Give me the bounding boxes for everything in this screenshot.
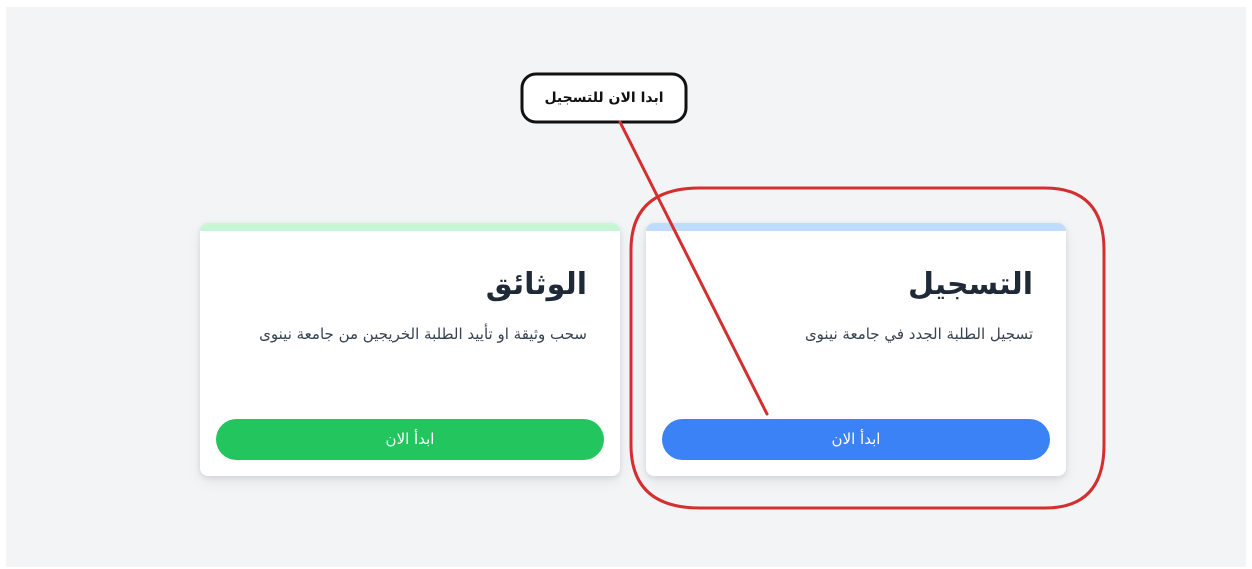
registration-card-description: تسجيل الطلبة الجدد في جامعة نينوى: [804, 325, 1033, 343]
documents-card-description: سحب وثيقة او تأييد الطلبة الخريجين من جا…: [259, 325, 587, 343]
documents-start-button[interactable]: ابدأ الان: [216, 419, 604, 460]
documents-card-accent-strip: [200, 223, 620, 231]
registration-start-button[interactable]: ابدأ الان: [662, 419, 1050, 460]
documents-card: الوثائق سحب وثيقة او تأييد الطلبة الخريج…: [200, 223, 620, 476]
documents-card-title: الوثائق: [485, 267, 587, 302]
registration-card-title: التسجيل: [908, 267, 1033, 302]
registration-card-accent-strip: [646, 223, 1066, 231]
registration-card: التسجيل تسجيل الطلبة الجدد في جامعة نينو…: [646, 223, 1066, 476]
